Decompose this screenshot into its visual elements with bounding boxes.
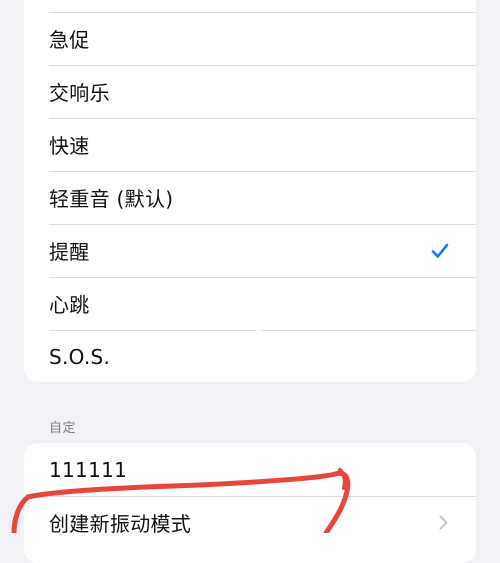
list-item-label: 111111 xyxy=(49,457,128,482)
custom-pattern-list: 111111 创建新振动模式 xyxy=(24,443,476,563)
checkmark-icon xyxy=(430,241,450,261)
screen-glare xyxy=(256,328,262,331)
list-item-tixing[interactable]: 提醒 xyxy=(24,224,476,277)
list-item-label: 快速 xyxy=(49,134,90,158)
chevron-right-icon xyxy=(436,515,450,531)
list-item-label: 急促 xyxy=(49,28,90,52)
list-item-kuaisu[interactable]: 快速 xyxy=(24,118,476,171)
vibration-pattern-list: 急促 交响乐 快速 轻重音 (默认) 提醒 心跳 S.O.S. xyxy=(24,0,476,382)
list-item-xintiao[interactable]: 心跳 xyxy=(24,277,476,330)
list-item-label: 交响乐 xyxy=(49,81,110,105)
list-item-jiaoxiangle[interactable]: 交响乐 xyxy=(24,65,476,118)
list-item-jicu[interactable]: 急促 xyxy=(24,12,476,65)
section-header-custom: 自定 xyxy=(49,421,77,436)
list-item-sos[interactable]: S.O.S. xyxy=(24,330,476,382)
list-item-partial[interactable] xyxy=(24,0,476,12)
create-new-vibration-button[interactable]: 创建新振动模式 xyxy=(24,496,476,549)
list-item-custom-111111[interactable]: 111111 xyxy=(24,443,476,496)
list-item-label: 轻重音 (默认) xyxy=(49,187,174,211)
list-item-default[interactable]: 轻重音 (默认) xyxy=(24,171,476,224)
list-item-label: 提醒 xyxy=(49,240,90,264)
list-item-label: S.O.S. xyxy=(49,344,111,369)
list-item-label: 心跳 xyxy=(49,293,90,317)
